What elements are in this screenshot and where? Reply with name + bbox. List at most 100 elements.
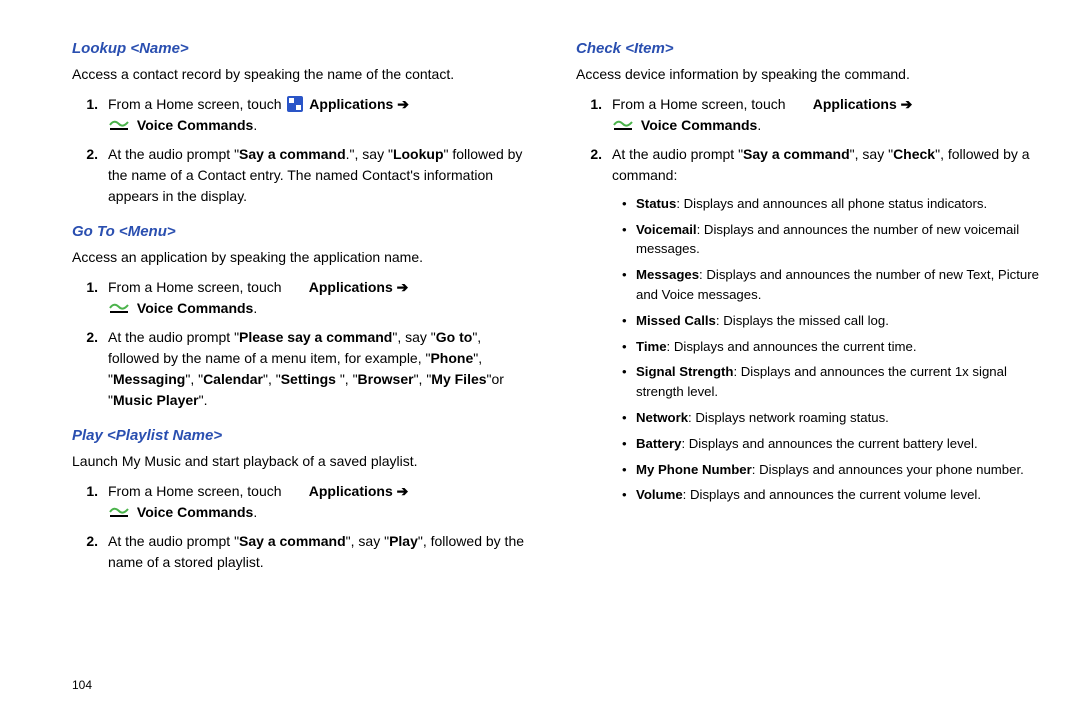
applications-icon xyxy=(287,96,303,112)
text: ". xyxy=(199,392,208,408)
bullet-text: : Displays and announces the current bat… xyxy=(681,436,977,451)
step-text: From a Home screen, touch Applications ➔… xyxy=(108,94,409,136)
step-text: From a Home screen, touch Applications ➔… xyxy=(612,94,912,136)
arrow-icon: ➔ xyxy=(397,96,409,112)
text: From a Home screen, touch xyxy=(108,279,285,295)
text: At the audio prompt " xyxy=(108,146,239,162)
text: Say a command xyxy=(239,146,346,162)
nuance-icon xyxy=(108,505,130,519)
desc-lookup: Access a contact record by speaking the … xyxy=(72,65,536,84)
text: Go to xyxy=(436,329,473,345)
text: Say a command xyxy=(239,533,346,549)
steps-check: 1. From a Home screen, touch Application… xyxy=(576,94,1040,186)
text: From a Home screen, touch xyxy=(108,483,285,499)
text: Music Player xyxy=(113,392,199,408)
check-bullet-item: Volume: Displays and announces the curre… xyxy=(622,485,1040,505)
desc-play: Launch My Music and start playback of a … xyxy=(72,452,536,471)
text: ", say " xyxy=(392,329,435,345)
bullet-label: Time xyxy=(636,339,667,354)
bullet-text: : Displays and announces the current vol… xyxy=(683,487,981,502)
section-play: Play <Playlist Name> Launch My Music and… xyxy=(72,427,536,573)
text: ", " xyxy=(336,371,358,387)
check-bullet-item: Network: Displays network roaming status… xyxy=(622,408,1040,428)
period: . xyxy=(253,504,257,520)
check-bullet-item: Status: Displays and announces all phone… xyxy=(622,194,1040,214)
step-text: From a Home screen, touch Applications ➔… xyxy=(108,481,408,523)
step-number: 1. xyxy=(72,277,108,298)
check-bullet-item: Voicemail: Displays and announces the nu… xyxy=(622,220,1040,260)
text: ", say " xyxy=(346,533,389,549)
bullet-label: Voicemail xyxy=(636,222,697,237)
nuance-icon xyxy=(108,301,130,315)
check-bullet-item: Signal Strength: Displays and announces … xyxy=(622,362,1040,402)
applications-label: Applications xyxy=(309,96,393,112)
step-number: 1. xyxy=(576,94,612,115)
text: ", " xyxy=(263,371,281,387)
text: Phone xyxy=(430,350,473,366)
bullet-label: Network xyxy=(636,410,688,425)
section-check: Check <Item> Access device information b… xyxy=(576,40,1040,505)
step-text: At the audio prompt "Say a command", say… xyxy=(108,531,536,573)
steps-goto: 1. From a Home screen, touch Application… xyxy=(72,277,536,411)
bullet-label: Status xyxy=(636,196,676,211)
left-column: Lookup <Name> Access a contact record by… xyxy=(72,40,536,589)
voice-commands-label: Voice Commands xyxy=(137,300,253,316)
text: Lookup xyxy=(393,146,444,162)
text: Browser xyxy=(358,371,414,387)
bullet-label: My Phone Number xyxy=(636,462,752,477)
desc-check: Access device information by speaking th… xyxy=(576,65,1040,84)
text: My Files xyxy=(431,371,486,387)
step-text: At the audio prompt "Please say a comman… xyxy=(108,327,536,411)
step-text: At the audio prompt "Say a command", say… xyxy=(612,144,1040,186)
bullet-text: : Displays and announces the current tim… xyxy=(667,339,917,354)
period: . xyxy=(253,117,257,133)
steps-play: 1. From a Home screen, touch Application… xyxy=(72,481,536,573)
text: From a Home screen, touch xyxy=(108,96,285,112)
text: Say a command xyxy=(743,146,850,162)
step-number: 2. xyxy=(576,144,612,165)
check-bullets: Status: Displays and announces all phone… xyxy=(622,194,1040,505)
step-number: 2. xyxy=(72,531,108,552)
nuance-icon xyxy=(612,118,634,132)
two-column-layout: Lookup <Name> Access a contact record by… xyxy=(72,40,1040,589)
bullet-text: : Displays and announces all phone statu… xyxy=(676,196,987,211)
step-number: 1. xyxy=(72,481,108,502)
heading-check: Check <Item> xyxy=(576,40,1040,57)
text: From a Home screen, touch xyxy=(612,96,789,112)
check-bullet-item: Battery: Displays and announces the curr… xyxy=(622,434,1040,454)
check-bullet-item: Time: Displays and announces the current… xyxy=(622,337,1040,357)
text: ", " xyxy=(414,371,432,387)
steps-lookup: 1. From a Home screen, touch Application… xyxy=(72,94,536,207)
check-bullet-item: Missed Calls: Displays the missed call l… xyxy=(622,311,1040,331)
step-number: 2. xyxy=(72,144,108,165)
bullet-text: : Displays and announces your phone numb… xyxy=(752,462,1024,477)
period: . xyxy=(253,300,257,316)
text: Please say a command xyxy=(239,329,392,345)
arrow-icon: ➔ xyxy=(397,483,409,499)
bullet-label: Signal Strength xyxy=(636,364,733,379)
step-text: From a Home screen, touch Applications ➔… xyxy=(108,277,408,319)
text: Messaging xyxy=(113,371,185,387)
bullet-label: Missed Calls xyxy=(636,313,716,328)
section-goto: Go To <Menu> Access an application by sp… xyxy=(72,223,536,411)
applications-label: Applications xyxy=(813,96,897,112)
text: Play xyxy=(389,533,418,549)
text: At the audio prompt " xyxy=(108,329,239,345)
bullet-text: : Displays network roaming status. xyxy=(688,410,889,425)
voice-commands-label: Voice Commands xyxy=(137,504,253,520)
voice-commands-label: Voice Commands xyxy=(641,117,757,133)
text: ", say " xyxy=(850,146,893,162)
arrow-icon: ➔ xyxy=(901,96,913,112)
applications-label: Applications xyxy=(309,279,393,295)
text: ", " xyxy=(185,371,203,387)
step-number: 1. xyxy=(72,94,108,115)
nuance-icon xyxy=(108,118,130,132)
text: .", say " xyxy=(346,146,393,162)
bullet-label: Volume xyxy=(636,487,683,502)
text: Settings xyxy=(281,371,336,387)
section-lookup: Lookup <Name> Access a contact record by… xyxy=(72,40,536,207)
text: Calendar xyxy=(203,371,263,387)
right-column: Check <Item> Access device information b… xyxy=(576,40,1040,589)
applications-label: Applications xyxy=(309,483,393,499)
voice-commands-label: Voice Commands xyxy=(137,117,253,133)
